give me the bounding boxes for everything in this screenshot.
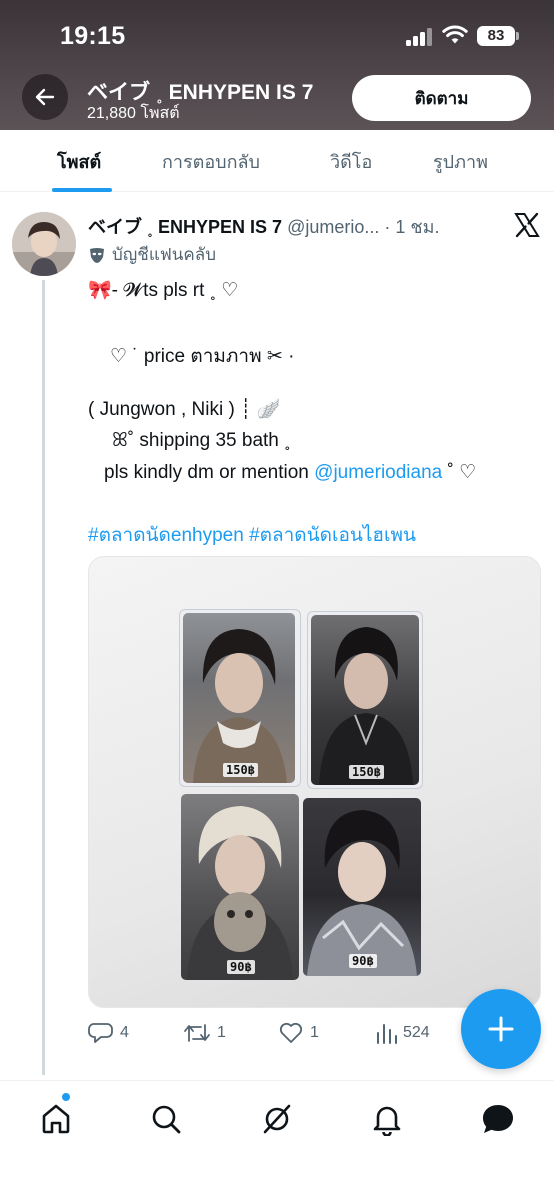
photocard: 150฿ [183,613,295,783]
thread-line [42,280,45,1075]
repost-icon [184,1024,210,1042]
search-icon [152,1105,181,1134]
home-icon [42,1104,70,1134]
post-text-fragment: pls kindly dm or mention [104,462,315,483]
nav-search[interactable] [146,1099,186,1139]
photocard-image [187,806,293,980]
post-time: · 1 ชม. [379,217,440,237]
post-text-fragment: ˚ ♡ [442,462,477,483]
price-label: 90฿ [349,954,377,968]
photocard-image [319,627,413,785]
tab-videos[interactable]: วิดีโอ [330,130,372,192]
reply-button[interactable]: 4 [88,1018,129,1048]
active-tab-indicator [52,188,112,192]
tab-posts[interactable]: โพสต์ [57,130,101,192]
like-button[interactable]: 1 [278,1018,319,1048]
views-button[interactable]: 524 [375,1018,430,1048]
views-chart-icon [377,1024,397,1044]
photocard-image [307,810,417,976]
author-name[interactable]: ベイブ ˳ ENHYPEN IS 7 [88,217,282,237]
photocard-image [193,629,287,783]
wifi-icon [442,25,468,44]
back-button[interactable] [22,74,68,120]
post-count: 21,880 โพสต์ [87,105,180,122]
x-logo-icon [514,212,540,238]
avatar-image [12,212,76,276]
status-time: 19:15 [60,22,126,50]
mask-icon [90,247,104,263]
status-bar: 19:15 83 [0,0,554,72]
post-header: ベイブ ˳ ENHYPEN IS 7 @jumerio... · 1 ชม. [88,212,439,241]
post-text-line: pls kindly dm or mention @jumeriodiana ˚… [104,461,476,484]
post-image[interactable]: 150฿ 150฿ 90฿ 90฿ [88,556,541,1008]
photocard: 90฿ [181,794,299,980]
profile-header: 19:15 83 ベイブ ˳ ENHYPEN IS 7 21,880 โพสต์… [0,0,554,130]
nav-notifications[interactable] [367,1099,407,1139]
nav-messages[interactable] [478,1099,518,1139]
nav-grok[interactable] [257,1099,297,1139]
post-text-line: ♡ ˙ price ตามภาพ ✂︎ · [110,346,295,367]
plus-icon [488,1016,514,1042]
repost-count: 1 [217,1024,226,1041]
reply-icon [88,1023,113,1043]
compose-button[interactable] [461,989,541,1069]
profile-tabs: โพสต์ การตอบกลับ วิดีโอ รูปภาพ [0,130,554,192]
heart-icon [279,1022,303,1043]
cellular-signal-icon [406,28,432,46]
author-handle[interactable]: @jumerio... [287,217,379,237]
view-count: 524 [403,1024,430,1041]
battery-tip [516,32,519,40]
avatar[interactable] [12,212,76,276]
grok-icon [263,1104,291,1134]
bottom-navigation [0,1080,554,1199]
arrow-left-icon [35,88,55,106]
nav-home[interactable] [36,1099,76,1139]
photocard: 150฿ [311,615,419,785]
like-count: 1 [310,1024,319,1041]
follow-button[interactable]: ติดตาม [352,75,531,121]
reply-count: 4 [120,1024,129,1041]
price-label: 150฿ [223,763,258,777]
price-label: 150฿ [349,765,384,779]
post-text-line: ꕤ˚ shipping 35 bath ˳ [112,430,291,451]
messages-icon [483,1105,513,1133]
tab-photos[interactable]: รูปภาพ [433,130,488,192]
repost-button[interactable]: 1 [183,1018,226,1048]
fan-account-label: บัญชีแฟนคลับ [112,245,217,264]
mention-link[interactable]: @jumeriodiana [314,462,442,483]
hashtag-links[interactable]: #ตลาดนัดenhypen #ตลาดนัดเอนไฮเพน [88,520,416,550]
price-label: 90฿ [227,960,255,974]
post-text-line: ( Jungwon , Niki ) ┊ 🪽 [88,399,281,420]
tab-replies[interactable]: การตอบกลับ [162,130,260,192]
battery-indicator: 83 [477,26,515,46]
bell-icon [373,1106,401,1136]
fan-account-badge: บัญชีแฟนคลับ [88,241,216,268]
home-notification-dot [62,1093,70,1101]
post-text-line: 🎀- 𝓦ts pls rt ˳ ♡ [88,280,239,301]
post-actions: 4 1 1 524 [88,1018,448,1048]
photocard: 90฿ [303,798,421,976]
